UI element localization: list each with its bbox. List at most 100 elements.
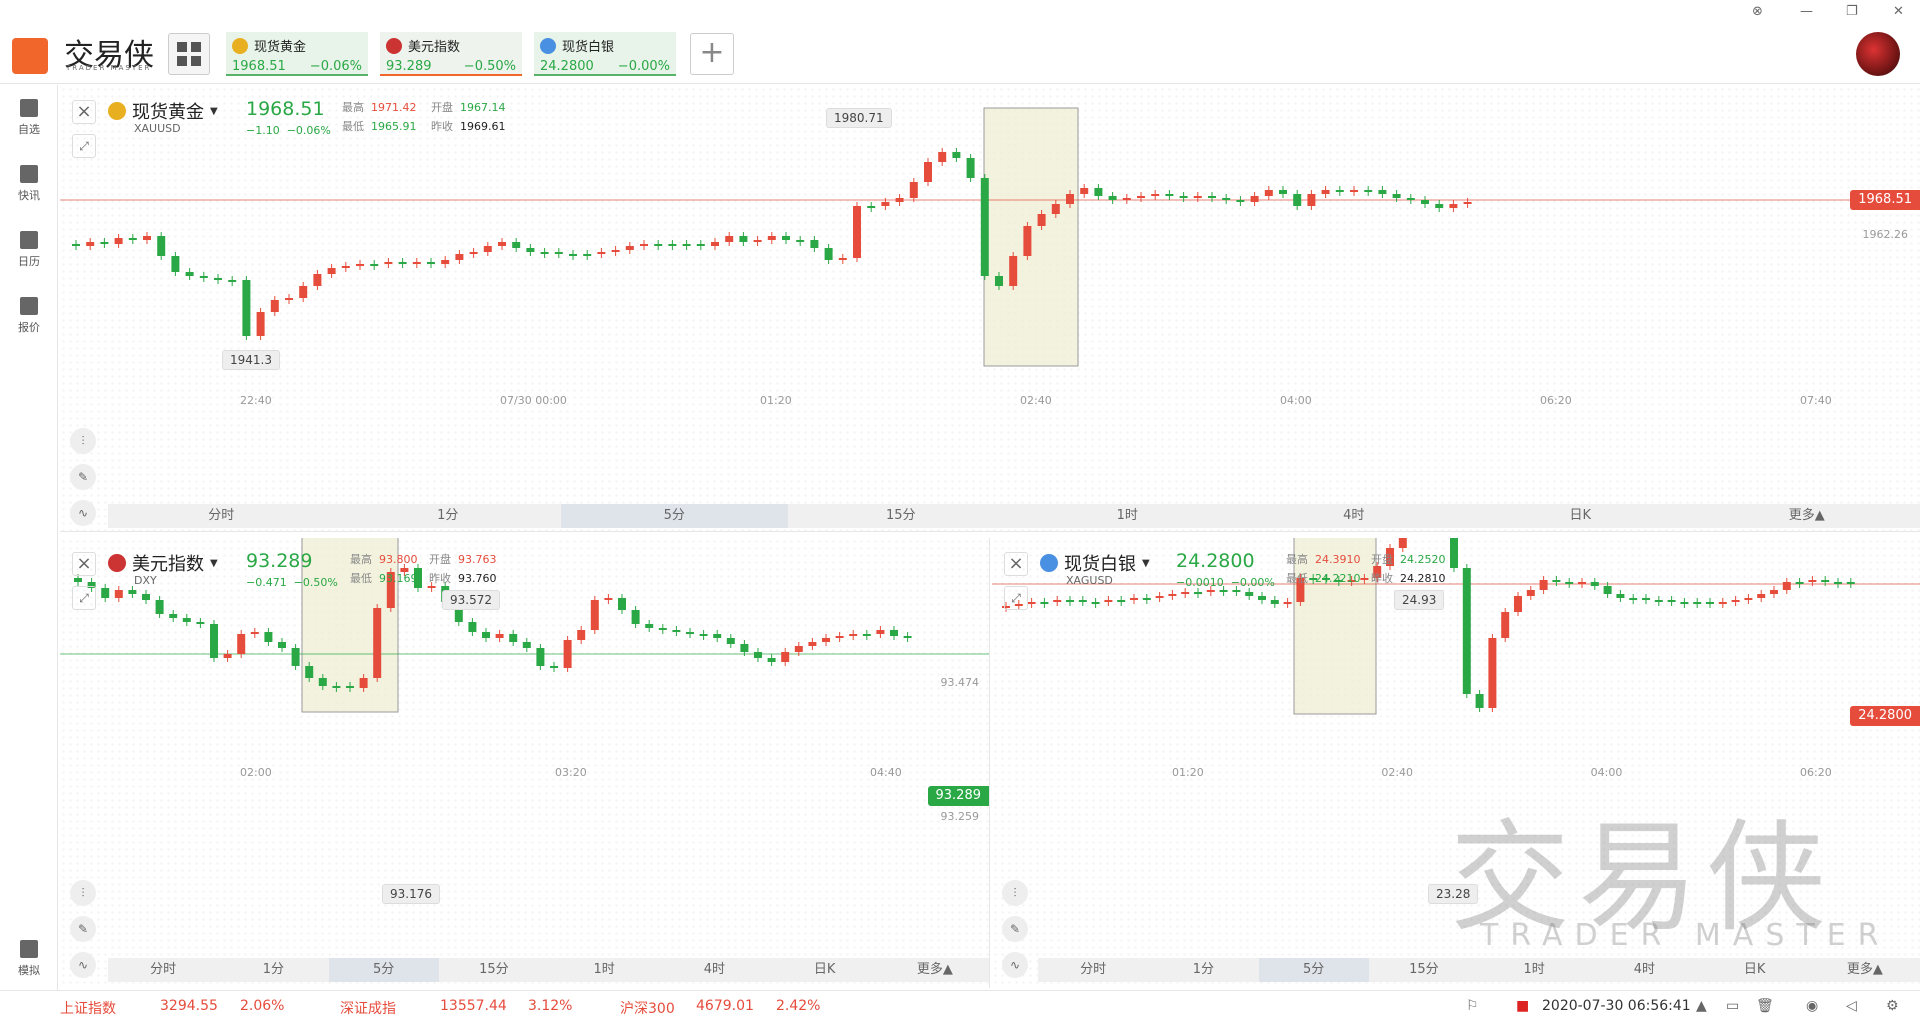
expand-panel-button[interactable]: ⤢ [72, 134, 96, 158]
low-value: 24.2210 [1315, 572, 1361, 585]
high-value: 24.3910 [1315, 553, 1361, 566]
timeframe-4[interactable]: 1时 [549, 958, 659, 982]
expand-panel-button[interactable]: ⤢ [72, 586, 96, 610]
broadcast-icon[interactable]: ⚐ [1466, 998, 1479, 1014]
index-pct: 3.12% [528, 998, 573, 1014]
timeframe-7[interactable]: 更多▲ [1810, 958, 1920, 982]
minimize-button[interactable]: — [1800, 4, 1813, 19]
chevron-up-icon[interactable]: ▲ [1696, 998, 1707, 1014]
price-change: −0.471 [246, 576, 287, 589]
axis-price-label: 1962.26 [1862, 228, 1909, 241]
x-axis-tick: 22:40 [240, 394, 272, 407]
sidebar-item-label: 自选 [18, 123, 40, 136]
chart-type-icon[interactable]: ∿ [70, 500, 96, 526]
panel-title[interactable]: 美元指数 [132, 550, 204, 576]
timeframe-2[interactable]: 5分 [328, 958, 439, 982]
indicator-icon[interactable]: ⫶ [70, 428, 96, 454]
timeframe-3[interactable]: 15分 [788, 504, 1015, 528]
timeframe-7[interactable]: 更多▲ [880, 958, 989, 982]
chevron-down-icon[interactable]: ▼ [210, 558, 218, 569]
app-logo-icon [12, 38, 48, 74]
close-window-button[interactable]: ✕ [1893, 4, 1904, 19]
expand-panel-button[interactable]: ⤢ [1004, 586, 1028, 610]
pencil-icon[interactable]: ✎ [1002, 916, 1028, 942]
timeframe-5[interactable]: 4时 [659, 958, 769, 982]
timeframe-4[interactable]: 1时 [1014, 504, 1241, 528]
timeframe-4[interactable]: 1时 [1479, 958, 1589, 982]
timeframe-1[interactable]: 1分 [218, 958, 328, 982]
sidebar-item-news[interactable]: 快讯 [0, 165, 58, 203]
timeframe-5[interactable]: 4时 [1241, 504, 1468, 528]
close-panel-button[interactable]: × [72, 552, 96, 576]
timeframe-3[interactable]: 15分 [439, 958, 549, 982]
timeframe-5[interactable]: 4时 [1589, 958, 1699, 982]
index-pct: 2.06% [240, 998, 285, 1014]
chevron-down-icon[interactable]: ▼ [210, 106, 218, 117]
low-value: 93.169 [379, 572, 418, 585]
candlestick-chart-usd[interactable] [60, 538, 990, 988]
index-name[interactable]: 沪深300 [620, 998, 675, 1018]
quote-tab-usd[interactable]: 美元指数 93.289 −0.50% [380, 32, 522, 76]
chart-type-icon[interactable]: ∿ [70, 952, 96, 978]
timeframe-6[interactable]: 日K [1467, 504, 1694, 528]
user-avatar[interactable] [1856, 32, 1900, 76]
price-change: −0.0010 [1176, 576, 1224, 589]
price-change-pct: −0.50% [293, 576, 338, 589]
screen-icon[interactable]: ▭ [1726, 998, 1739, 1014]
x-axis-tick: 07:40 [1800, 394, 1832, 407]
chart-type-icon[interactable]: ∿ [1002, 952, 1028, 978]
us-flag-icon [386, 37, 402, 54]
settings-gear-icon[interactable]: ⚙ [1886, 998, 1899, 1014]
layout-grid-button[interactable] [168, 33, 210, 75]
timeframe-1[interactable]: 1分 [335, 504, 562, 528]
high-label: 最高 [342, 101, 364, 114]
x-axis-tick: 04:00 [1280, 394, 1312, 407]
indicator-icon[interactable]: ⫶ [70, 880, 96, 906]
sidebar-item-calendar[interactable]: 日历 [0, 231, 58, 269]
timeframe-bar: 分时 1分 5分 15分 1时 4时 日K 更多▲ [108, 504, 1920, 528]
panel-title[interactable]: 现货白银 [1064, 550, 1136, 576]
panel-title[interactable]: 现货黄金 [132, 98, 204, 124]
close-panel-button[interactable]: × [1004, 552, 1028, 576]
timeframe-7[interactable]: 更多▲ [1694, 504, 1920, 528]
x-axis-tick: 01:20 [760, 394, 792, 407]
quote-tab-silver[interactable]: 现货白银 24.2800 −0.00% [534, 32, 676, 76]
timeframe-0[interactable]: 分时 [108, 958, 218, 982]
timeframe-0[interactable]: 分时 [108, 504, 335, 528]
prev-close-value: 24.2810 [1400, 572, 1446, 585]
last-price-tag: 24.2800 [1850, 706, 1920, 726]
index-name[interactable]: 深证成指 [340, 998, 396, 1018]
pencil-icon[interactable]: ✎ [70, 464, 96, 490]
chevron-down-icon[interactable]: ▼ [1142, 558, 1150, 569]
timeframe-3[interactable]: 15分 [1369, 958, 1479, 982]
indicator-icon[interactable]: ⫶ [1002, 880, 1028, 906]
mute-icon[interactable]: ◁ [1846, 998, 1857, 1014]
timeframe-0[interactable]: 分时 [1038, 958, 1148, 982]
candlestick-chart-gold[interactable] [60, 86, 1920, 532]
high-value: 93.800 [379, 553, 418, 566]
index-value: 4679.01 [696, 998, 754, 1014]
sidebar-item-quotes[interactable]: 报价 [0, 297, 58, 335]
index-name[interactable]: 上证指数 [60, 1001, 116, 1017]
last-price-tag: 1968.51 [1850, 190, 1920, 210]
delete-icon[interactable]: 🗑 [1756, 998, 1774, 1014]
restore-button[interactable]: ❐ [1846, 4, 1858, 19]
timeframe-6[interactable]: 日K [1700, 958, 1810, 982]
timeframe-6[interactable]: 日K [770, 958, 880, 982]
layers-icon[interactable]: ⊗ [1752, 4, 1763, 19]
pencil-icon[interactable]: ✎ [70, 916, 96, 942]
camera-icon[interactable]: ◉ [1806, 998, 1818, 1014]
sidebar-item-watchlist[interactable]: 自选 [0, 99, 58, 137]
gold-icon [232, 37, 248, 54]
sidebar-item-label: 日历 [18, 255, 40, 268]
quote-tab-gold[interactable]: 现货黄金 1968.51 −0.06% [226, 32, 368, 76]
sidebar-item-simulate[interactable]: 模拟 [0, 940, 58, 978]
timeframe-1[interactable]: 1分 [1148, 958, 1258, 982]
timeframe-2[interactable]: 5分 [561, 504, 788, 528]
timeframe-2[interactable]: 5分 [1258, 958, 1369, 982]
timeframe-bar: 分时 1分 5分 15分 1时 4时 日K 更多▲ [1038, 958, 1920, 982]
add-tab-button[interactable]: + [690, 33, 734, 75]
calendar-icon [20, 231, 38, 249]
quote-tab-change: −0.06% [309, 59, 362, 74]
close-panel-button[interactable]: × [72, 100, 96, 124]
